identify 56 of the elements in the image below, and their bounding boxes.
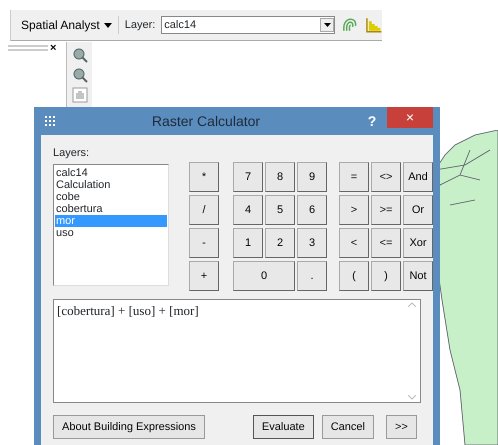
keypad-button[interactable]: * [189, 162, 219, 192]
caret-icon [104, 22, 112, 28]
keypad-button[interactable]: 3 [297, 228, 327, 258]
keypad-button[interactable]: 9 [297, 162, 327, 192]
keypad-button[interactable]: Not [403, 261, 433, 291]
contour-icon[interactable] [341, 16, 359, 34]
keypad-button[interactable]: > [339, 195, 369, 225]
layer-item[interactable]: calc14 [55, 166, 167, 178]
keypad-button[interactable]: 0 [233, 261, 295, 291]
layers-label: Layers: [53, 146, 90, 161]
caret-icon [324, 23, 331, 27]
dialog-button[interactable]: Cancel [322, 415, 374, 439]
keypad-button[interactable]: <= [371, 228, 401, 258]
about-button[interactable]: About Building Expressions [53, 415, 205, 439]
keypad-button[interactable]: 7 [233, 162, 263, 192]
keypad-button[interactable]: And [403, 162, 433, 192]
keypad-button[interactable]: <> [371, 162, 401, 192]
keypad-button[interactable]: / [189, 195, 219, 225]
keypad-button[interactable]: Or [403, 195, 433, 225]
scroll-up-icon[interactable] [408, 302, 416, 307]
close-button[interactable]: × [387, 107, 433, 128]
layers-list[interactable]: calc14 Calculation cobe cobertura mor uso [53, 164, 169, 286]
keypad-button[interactable]: < [339, 228, 369, 258]
spatial-analyst-menu[interactable]: Spatial Analyst [21, 16, 119, 34]
keypad-button[interactable]: + [189, 261, 219, 291]
dialog-button[interactable]: Evaluate [252, 415, 314, 439]
help-button[interactable]: ? [357, 110, 387, 132]
zoom-out-icon[interactable] [72, 67, 88, 83]
keypad-button[interactable]: Xor [403, 228, 433, 258]
keypad-button[interactable]: . [297, 261, 327, 291]
keypad-button[interactable]: 4 [233, 195, 263, 225]
layer-item[interactable]: Calculation [55, 178, 167, 190]
layer-dropdown[interactable]: calc14 [161, 16, 336, 34]
keypad-button[interactable]: ) [371, 261, 401, 291]
keypad-button[interactable]: ( [339, 261, 369, 291]
keypad-button[interactable]: >= [371, 195, 401, 225]
keypad-button[interactable]: - [189, 228, 219, 258]
window-title: Raster Calculator [150, 112, 262, 130]
histogram-icon[interactable] [364, 17, 382, 33]
dock-titlebar-grip [8, 45, 48, 53]
keypad-button[interactable]: = [339, 162, 369, 192]
keypad-button[interactable]: 2 [265, 228, 295, 258]
keypad-button[interactable]: 1 [233, 228, 263, 258]
expression-field[interactable]: [cobertura] + [uso] + [mor] [53, 299, 421, 403]
close-button[interactable]: × [50, 40, 56, 56]
layer-item[interactable]: cobe [55, 190, 167, 202]
zoom-in-icon[interactable] [72, 47, 88, 63]
layer-item[interactable]: cobertura [55, 202, 167, 214]
dialog-button[interactable]: >> [386, 415, 417, 439]
keypad-button[interactable]: 5 [265, 195, 295, 225]
app-icon [45, 116, 55, 126]
layer-label: Layer: [124, 18, 156, 33]
keypad-button[interactable]: 6 [297, 195, 327, 225]
keypad-button[interactable]: 8 [265, 162, 295, 192]
scroll-down-icon[interactable] [408, 395, 416, 400]
layer-item[interactable]: uso [55, 226, 167, 238]
